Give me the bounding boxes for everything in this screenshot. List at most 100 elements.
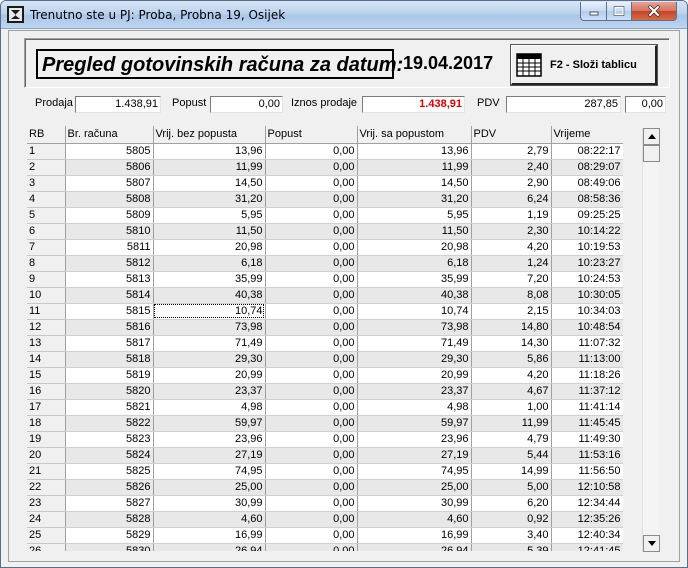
table-cell[interactable]: 5,39 bbox=[471, 543, 552, 551]
row-number-cell[interactable]: 10 bbox=[27, 287, 66, 304]
table-row[interactable]: 25 5829 16,99 0,00 16,99 3,40 12:40:34 bbox=[27, 527, 623, 544]
table-cell[interactable]: 1,00 bbox=[471, 399, 552, 416]
table-cell[interactable]: 11:56:50 bbox=[551, 463, 623, 480]
column-header-0[interactable]: RB bbox=[27, 126, 66, 144]
table-cell[interactable]: 0,00 bbox=[265, 415, 358, 432]
row-number-cell[interactable]: 26 bbox=[27, 543, 66, 551]
table-cell[interactable]: 5807 bbox=[65, 175, 154, 192]
table-row[interactable]: 10 5814 40,38 0,00 40,38 8,08 10:30:05 bbox=[27, 287, 623, 304]
table-cell[interactable]: 5,86 bbox=[471, 351, 552, 368]
table-cell[interactable]: 1,19 bbox=[471, 207, 552, 224]
row-number-cell[interactable]: 18 bbox=[27, 415, 66, 432]
table-cell[interactable]: 5,95 bbox=[153, 207, 266, 224]
table-cell[interactable]: 08:29:07 bbox=[551, 159, 623, 176]
popust-field[interactable]: 0,00 bbox=[210, 96, 283, 113]
row-number-cell[interactable]: 4 bbox=[27, 191, 66, 208]
scroll-up-button[interactable] bbox=[643, 128, 660, 145]
table-cell[interactable]: 0,92 bbox=[471, 511, 552, 528]
table-cell[interactable]: 25,00 bbox=[357, 479, 472, 496]
table-cell[interactable]: 11:45:45 bbox=[551, 415, 623, 432]
row-number-cell[interactable]: 21 bbox=[27, 463, 66, 480]
table-cell[interactable]: 7,20 bbox=[471, 271, 552, 288]
table-cell[interactable]: 0,00 bbox=[265, 319, 358, 336]
table-cell[interactable]: 14,99 bbox=[471, 463, 552, 480]
row-number-cell[interactable]: 11 bbox=[27, 303, 66, 320]
table-cell[interactable]: 12:40:34 bbox=[551, 527, 623, 544]
table-cell[interactable]: 31,20 bbox=[153, 191, 266, 208]
table-cell[interactable]: 0,00 bbox=[265, 271, 358, 288]
table-cell[interactable]: 14,80 bbox=[471, 319, 552, 336]
table-row[interactable]: 14 5818 29,30 0,00 29,30 5,86 11:13:00 bbox=[27, 351, 623, 368]
row-number-cell[interactable]: 8 bbox=[27, 255, 66, 272]
table-cell[interactable]: 5816 bbox=[65, 319, 154, 336]
table-cell[interactable]: 26,94 bbox=[357, 543, 472, 551]
table-cell[interactable]: 08:58:36 bbox=[551, 191, 623, 208]
table-cell[interactable]: 4,60 bbox=[357, 511, 472, 528]
table-row[interactable]: 2 5806 11,99 0,00 11,99 2,40 08:29:07 bbox=[27, 159, 623, 176]
table-cell[interactable]: 74,95 bbox=[357, 463, 472, 480]
table-cell[interactable]: 0,00 bbox=[265, 239, 358, 256]
table-cell[interactable]: 10:19:53 bbox=[551, 239, 623, 256]
table-cell[interactable]: 5811 bbox=[65, 239, 154, 256]
table-row[interactable]: 16 5820 23,37 0,00 23,37 4,67 11:37:12 bbox=[27, 383, 623, 400]
table-cell[interactable]: 74,95 bbox=[153, 463, 266, 480]
table-cell[interactable]: 23,37 bbox=[357, 383, 472, 400]
table-row[interactable]: 26 5830 26,94 0,00 26,94 5,39 12:41:45 bbox=[27, 543, 623, 551]
table-cell[interactable]: 0,00 bbox=[265, 495, 358, 512]
table-cell[interactable]: 13,96 bbox=[357, 143, 472, 160]
table-cell[interactable]: 11,50 bbox=[153, 223, 266, 240]
column-header-4[interactable]: Vrij. sa popustom bbox=[357, 126, 472, 144]
table-cell[interactable]: 0,00 bbox=[265, 175, 358, 192]
table-cell[interactable]: 11,99 bbox=[153, 159, 266, 176]
table-cell[interactable]: 25,00 bbox=[153, 479, 266, 496]
table-cell[interactable]: 0,00 bbox=[265, 383, 358, 400]
table-cell[interactable]: 11:49:30 bbox=[551, 431, 623, 448]
table-cell[interactable]: 5,00 bbox=[471, 479, 552, 496]
table-row[interactable]: 3 5807 14,50 0,00 14,50 2,90 08:49:06 bbox=[27, 175, 623, 192]
row-number-cell[interactable]: 9 bbox=[27, 271, 66, 288]
table-cell[interactable]: 11:13:00 bbox=[551, 351, 623, 368]
table-cell[interactable]: 5828 bbox=[65, 511, 154, 528]
table-cell[interactable]: 5822 bbox=[65, 415, 154, 432]
table-cell[interactable]: 20,98 bbox=[357, 239, 472, 256]
table-cell[interactable]: 27,19 bbox=[357, 447, 472, 464]
table-cell[interactable]: 10,74 bbox=[357, 303, 472, 320]
row-number-cell[interactable]: 15 bbox=[27, 367, 66, 384]
row-number-cell[interactable]: 12 bbox=[27, 319, 66, 336]
table-cell[interactable]: 4,20 bbox=[471, 367, 552, 384]
table-cell[interactable]: 0,00 bbox=[265, 351, 358, 368]
row-number-cell[interactable]: 7 bbox=[27, 239, 66, 256]
table-cell[interactable]: 5818 bbox=[65, 351, 154, 368]
table-row[interactable]: 18 5822 59,97 0,00 59,97 11,99 11:45:45 bbox=[27, 415, 623, 432]
table-cell[interactable]: 5809 bbox=[65, 207, 154, 224]
table-cell[interactable]: 0,00 bbox=[265, 463, 358, 480]
table-cell[interactable]: 6,18 bbox=[357, 255, 472, 272]
row-number-cell[interactable]: 24 bbox=[27, 511, 66, 528]
table-cell[interactable]: 5,44 bbox=[471, 447, 552, 464]
table-cell[interactable]: 11:41:14 bbox=[551, 399, 623, 416]
table-cell[interactable]: 31,20 bbox=[357, 191, 472, 208]
receipts-grid[interactable]: RB Br. računa Vrij. bez popusta Popust Vrij.… bbox=[27, 126, 623, 551]
table-cell[interactable]: 0,00 bbox=[265, 303, 358, 320]
table-cell[interactable]: 30,99 bbox=[153, 495, 266, 512]
table-cell[interactable]: 5814 bbox=[65, 287, 154, 304]
table-cell[interactable]: 71,49 bbox=[153, 335, 266, 352]
table-cell[interactable]: 10:48:54 bbox=[551, 319, 623, 336]
table-cell[interactable]: 29,30 bbox=[357, 351, 472, 368]
title-bar[interactable]: Trenutno ste u PJ: Proba, Probna 19, Osi… bbox=[1, 1, 687, 29]
row-number-cell[interactable]: 19 bbox=[27, 431, 66, 448]
table-cell[interactable]: 0,00 bbox=[265, 543, 358, 551]
table-cell[interactable]: 6,24 bbox=[471, 191, 552, 208]
table-cell[interactable]: 11:18:26 bbox=[551, 367, 623, 384]
table-cell[interactable]: 59,97 bbox=[153, 415, 266, 432]
table-cell[interactable]: 1,24 bbox=[471, 255, 552, 272]
table-cell[interactable]: 12:35:26 bbox=[551, 511, 623, 528]
table-cell[interactable]: 0,00 bbox=[265, 511, 358, 528]
table-cell[interactable]: 0,00 bbox=[265, 287, 358, 304]
table-cell[interactable]: 12:10:58 bbox=[551, 479, 623, 496]
table-cell[interactable]: 12:34:44 bbox=[551, 495, 623, 512]
table-cell[interactable]: 5820 bbox=[65, 383, 154, 400]
row-number-cell[interactable]: 17 bbox=[27, 399, 66, 416]
pn-field[interactable]: 0,00 bbox=[625, 96, 666, 113]
table-cell[interactable]: 0,00 bbox=[265, 191, 358, 208]
